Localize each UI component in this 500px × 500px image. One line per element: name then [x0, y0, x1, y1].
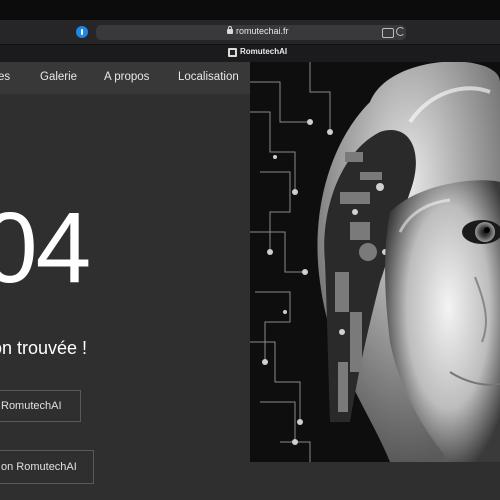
extension-icon[interactable]: [76, 26, 88, 38]
site-nav: es Galerie A propos Localisation: [0, 62, 250, 94]
nav-item-a-propos[interactable]: A propos: [104, 71, 149, 83]
error-content: 04 on trouvée ! RomutechAI on RomutechAI: [0, 94, 250, 500]
tab-favicon-icon: [228, 48, 237, 57]
nav-item-services[interactable]: es: [0, 71, 10, 83]
error-code: 04: [0, 192, 91, 304]
nav-item-galerie[interactable]: Galerie: [40, 71, 77, 83]
lock-icon: [227, 26, 233, 34]
robot-illustration: [250, 62, 500, 462]
page-footer-area: [250, 462, 500, 500]
translate-icon[interactable]: [382, 28, 394, 38]
contact-button-label: on RomutechAI: [1, 461, 77, 473]
tab-title[interactable]: RomutechAI: [240, 47, 287, 56]
window-top-bar: [0, 0, 500, 20]
contact-button[interactable]: on RomutechAI: [0, 450, 94, 484]
home-button-label: RomutechAI: [1, 400, 62, 412]
reload-icon[interactable]: [396, 27, 405, 36]
error-message: on trouvée !: [0, 338, 88, 358]
robot-image: [250, 62, 500, 462]
home-button[interactable]: RomutechAI: [0, 390, 81, 422]
browser-chrome: romutechai.fr RomutechAI: [0, 0, 500, 63]
nav-item-localisation[interactable]: Localisation: [178, 71, 239, 83]
url-text[interactable]: romutechai.fr: [236, 26, 289, 36]
